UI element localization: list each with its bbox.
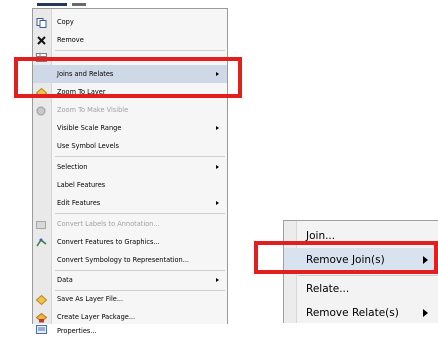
layer-context-menu: Copy Remove Joins and Relates Zoom To La… [32,8,228,335]
menu-item-label: Remove [57,36,84,44]
highlight-joins-and-relates [14,57,242,98]
menu-item-edit-features[interactable]: Edit Features [33,194,227,212]
title-bar-fragment [37,3,67,6]
submenu-item-label: Remove Relate(s) [306,307,399,319]
zoom-to-make-visible-icon [36,105,47,116]
menu-item-zoom-to-make-visible[interactable]: Zoom To Make Visible [33,101,227,119]
menu-item-label: Selection [57,163,88,171]
menu-item-label: Data [57,276,73,284]
menu-item-properties[interactable]: Properties... [33,322,227,340]
highlight-remove-joins [254,241,438,274]
submenu-arrow-icon [216,126,219,130]
menu-item-label: Properties... [57,327,97,335]
convert-labels-icon [36,219,47,229]
menu-item-use-symbol-levels[interactable]: Use Symbol Levels [33,137,227,155]
title-bar-fragment-2 [72,3,86,6]
menu-item-label: Convert Labels to Annotation... [57,220,160,228]
menu-separator [55,156,225,157]
close-icon [36,35,47,45]
menu-item-label: Visible Scale Range [57,124,122,132]
menu-item-label: Copy [57,18,74,26]
submenu-item-remove-relates[interactable]: Remove Relate(s) [284,301,438,325]
menu-item-label: Convert Features to Graphics... [57,238,160,246]
properties-icon [36,324,47,334]
submenu-arrow-icon [216,165,219,169]
copy-icon [36,17,47,28]
menu-item-convert-labels[interactable]: Convert Labels to Annotation... [33,215,227,233]
menu-item-data[interactable]: Data [33,271,227,289]
layer-file-icon [35,294,48,306]
menu-item-label: Label Features [57,181,106,189]
submenu-arrow-icon [423,309,428,317]
menu-item-label-features[interactable]: Label Features [33,176,227,194]
menu-item-label: Edit Features [57,199,101,207]
convert-features-icon [36,237,47,247]
menu-item-label: Use Symbol Levels [57,142,119,150]
layer-package-icon [35,312,48,323]
menu-item-convert-features[interactable]: Convert Features to Graphics... [33,233,227,251]
menu-item-label: Zoom To Make Visible [57,106,129,114]
submenu-item-label: Relate... [306,283,350,295]
menu-item-label: Save As Layer File... [57,295,124,303]
menu-item-selection[interactable]: Selection [33,158,227,176]
menu-item-label: Convert Symbology to Representation... [57,256,190,264]
submenu-arrow-icon [216,278,219,282]
submenu-arrow-icon [216,201,219,205]
menu-item-remove[interactable]: Remove [33,31,227,49]
menu-item-visible-scale-range[interactable]: Visible Scale Range [33,119,227,137]
window-title-strip [32,0,92,8]
menu-separator [55,213,225,214]
submenu-item-relate[interactable]: Relate... [284,277,438,301]
submenu-separator [298,275,438,276]
menu-item-convert-symbology[interactable]: Convert Symbology to Representation... [33,251,227,269]
menu-item-save-as-layer-file[interactable]: Save As Layer File... [33,290,227,308]
menu-item-copy[interactable]: Copy [33,13,227,31]
